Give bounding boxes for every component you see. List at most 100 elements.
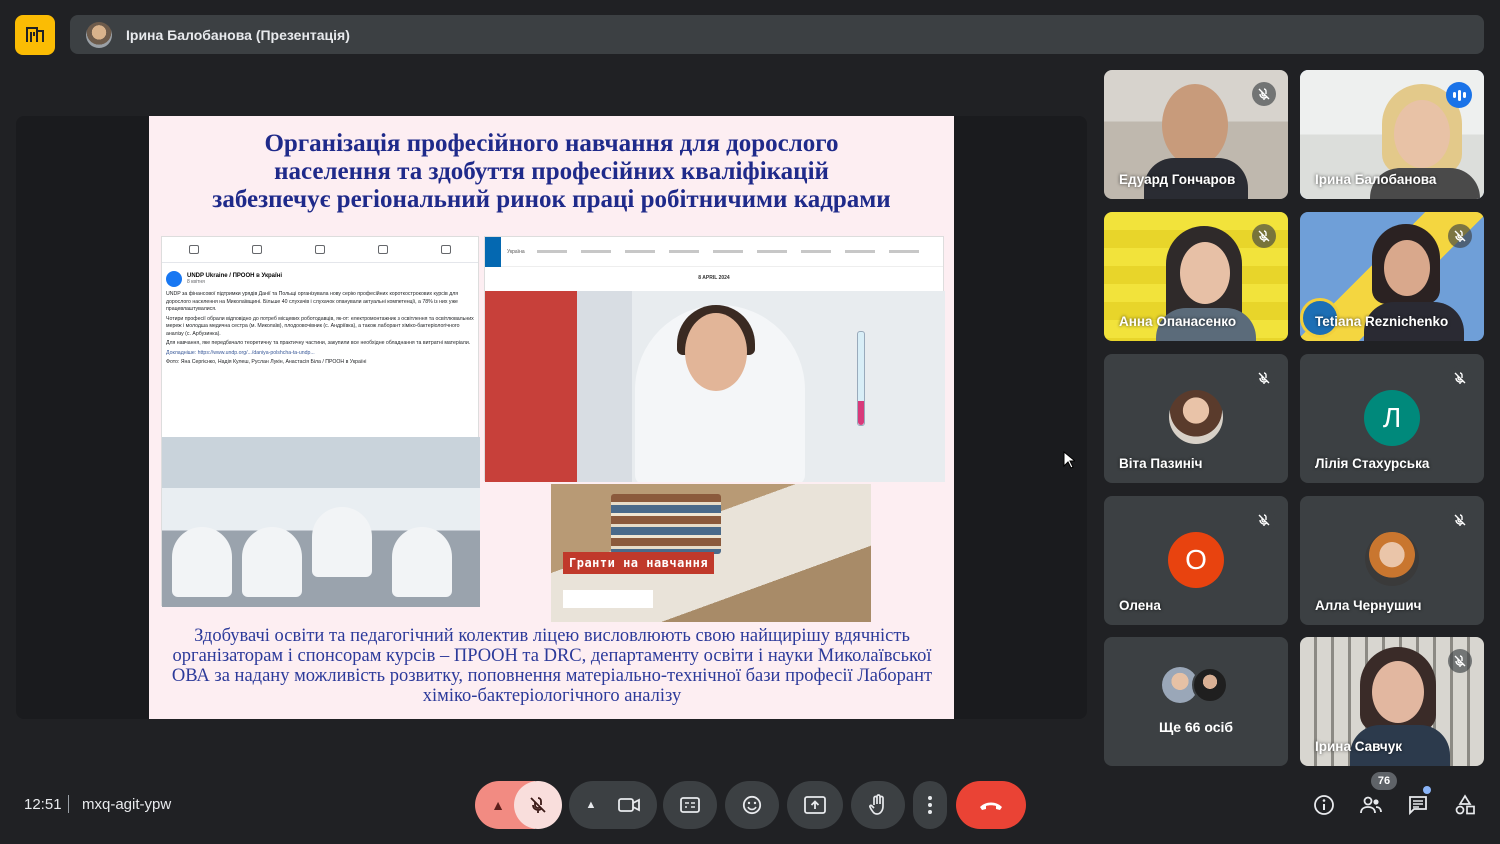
mouse-cursor-icon: [1063, 451, 1075, 469]
groups-icon: [378, 245, 389, 254]
meeting-clock: 12:51: [24, 796, 62, 813]
meet-logo-icon: [15, 15, 55, 55]
fb-paragraph: Для навчання, яке передбачало теоретичну…: [166, 340, 471, 346]
fb-paragraph: Фото: Яна Сергієнко, Надія Кулеш, Руслан…: [166, 359, 367, 365]
participant-name: Ірина Балобанова: [1315, 172, 1437, 187]
avatar: Л: [1364, 390, 1420, 446]
more-options-button[interactable]: [913, 781, 947, 829]
avatar: [1169, 390, 1223, 444]
hang-up-icon: [980, 802, 1002, 810]
participant-name: Віта Пазиніч: [1119, 456, 1203, 471]
new-message-dot: [1423, 786, 1431, 794]
mic-off-icon: [1252, 508, 1276, 532]
avatar: [1192, 667, 1228, 703]
participant-tile[interactable]: Віта Пазиніч: [1104, 354, 1288, 483]
undp-website-screenshot: Україна 8 APRIL 2024: [484, 236, 945, 482]
chat-button[interactable]: [1405, 792, 1431, 818]
participant-name: Едуард Гончаров: [1119, 172, 1236, 187]
fb-post-time: 8 квітня: [187, 279, 205, 285]
mic-off-icon: [1448, 649, 1472, 673]
participant-name: Лілія Стахурська: [1315, 456, 1430, 471]
closed-captions-icon: [680, 797, 700, 813]
emoji-icon: [742, 795, 762, 815]
participant-name: Ірина Савчук: [1315, 739, 1403, 754]
avatar: О: [1168, 532, 1224, 588]
camera-icon: [618, 798, 641, 812]
camera-control-group[interactable]: ▲: [569, 781, 657, 829]
avatar: [1365, 532, 1419, 586]
mic-off-icon: [1252, 224, 1276, 248]
lab-class-photo: [162, 437, 480, 607]
sponsor-logos: [563, 590, 653, 608]
participant-name: Алла Чернушич: [1315, 598, 1422, 613]
participant-count-badge: 76: [1371, 772, 1397, 790]
speaking-indicator-icon: [1446, 82, 1472, 108]
mic-off-icon: [1448, 508, 1472, 532]
fb-paragraph: Чотири професії обрали відповідно до пот…: [166, 315, 474, 337]
fb-post-text: UNDP за фінансової підтримки урядів Дані…: [162, 287, 478, 371]
slide-title-line: забезпечує регіональний ринок праці робі…: [212, 186, 891, 213]
meeting-details-button[interactable]: [1311, 792, 1337, 818]
undp-nav-label: Україна: [507, 248, 525, 255]
participant-tile[interactable]: Ірина Балобанова: [1300, 70, 1484, 199]
people-icon: [1360, 796, 1382, 814]
participant-tile[interactable]: Tetiana Reznichenko: [1300, 212, 1484, 341]
leave-call-button[interactable]: [956, 781, 1026, 829]
presentation-banner[interactable]: Ірина Балобанова (Презентація): [70, 15, 1484, 54]
slide-title: Організація професійного навчання для до…: [149, 130, 954, 214]
lab-assistant-photo: [485, 291, 945, 482]
raise-hand-icon: [869, 794, 884, 815]
participant-tile[interactable]: Алла Чернушич: [1300, 496, 1484, 625]
presenter-avatar: [86, 21, 112, 48]
divider: [68, 795, 69, 813]
fb-nav-icons: [162, 237, 478, 263]
slide: Організація професійного навчання для до…: [149, 116, 954, 719]
captions-button[interactable]: [663, 781, 717, 829]
present-screen-icon: [804, 796, 826, 814]
activities-button[interactable]: [1452, 792, 1478, 818]
undp-page-avatar: [166, 271, 182, 287]
participant-tile[interactable]: Л Лілія Стахурська: [1300, 354, 1484, 483]
reactions-button[interactable]: [725, 781, 779, 829]
chevron-up-icon[interactable]: ▲: [586, 799, 597, 811]
raise-hand-button[interactable]: [851, 781, 905, 829]
present-screen-button[interactable]: [787, 781, 843, 829]
mic-off-icon: [530, 797, 546, 813]
undp-article-date: 8 APRIL 2024: [698, 275, 730, 281]
participant-tile[interactable]: Едуард Гончаров: [1104, 70, 1288, 199]
fb-paragraph: UNDP за фінансової підтримки урядів Дані…: [166, 291, 459, 312]
chevron-up-icon: ▲: [491, 797, 505, 813]
participant-tile[interactable]: Анна Опанасенко: [1104, 212, 1288, 341]
participant-tile[interactable]: О Олена: [1104, 496, 1288, 625]
mic-off-icon: [1448, 224, 1472, 248]
more-participants-label: Ще 66 осіб: [1158, 719, 1234, 735]
activities-icon: [1455, 794, 1475, 815]
mic-off-icon: [1448, 366, 1472, 390]
video-icon: [251, 245, 262, 254]
slide-title-line: Організація професійного навчання для до…: [264, 130, 839, 157]
info-icon: [1314, 795, 1334, 815]
mic-off-icon: [1252, 82, 1276, 106]
undp-logo: [485, 236, 501, 267]
facebook-post-screenshot: UNDP Ukraine / ПРООН в Україні 8 квітня …: [161, 236, 480, 607]
participant-tile[interactable]: Ірина Савчук: [1300, 637, 1484, 766]
slide-title-line: населення та здобуття професійних кваліф…: [274, 158, 829, 185]
participant-name: Tetiana Reznichenko: [1315, 314, 1449, 329]
marketplace-icon: [314, 245, 325, 254]
participant-name: Анна Опанасенко: [1119, 314, 1237, 329]
fb-paragraph: Докладніше: https://www.undp.org/.../dan…: [166, 349, 315, 356]
chat-icon: [1409, 796, 1427, 816]
grants-photo: Гранти на навчання: [551, 484, 871, 622]
meeting-code: mxq-agit-ypw: [82, 796, 172, 813]
more-vertical-icon: [928, 796, 932, 814]
presenter-label: Ірина Балобанова (Презентація): [126, 26, 350, 43]
gaming-icon: [441, 245, 452, 254]
home-icon: [188, 245, 199, 254]
people-button[interactable]: [1358, 792, 1384, 818]
participant-name: Олена: [1119, 598, 1161, 613]
slide-body-text: Здобувачі освіти та педагогічний колекти…: [171, 626, 933, 706]
more-participants-tile[interactable]: Ще 66 осіб: [1104, 637, 1288, 766]
presentation-stage[interactable]: Організація професійного навчання для до…: [16, 116, 1087, 719]
microphone-toggle-button[interactable]: [514, 781, 562, 829]
mic-off-icon: [1252, 366, 1276, 390]
